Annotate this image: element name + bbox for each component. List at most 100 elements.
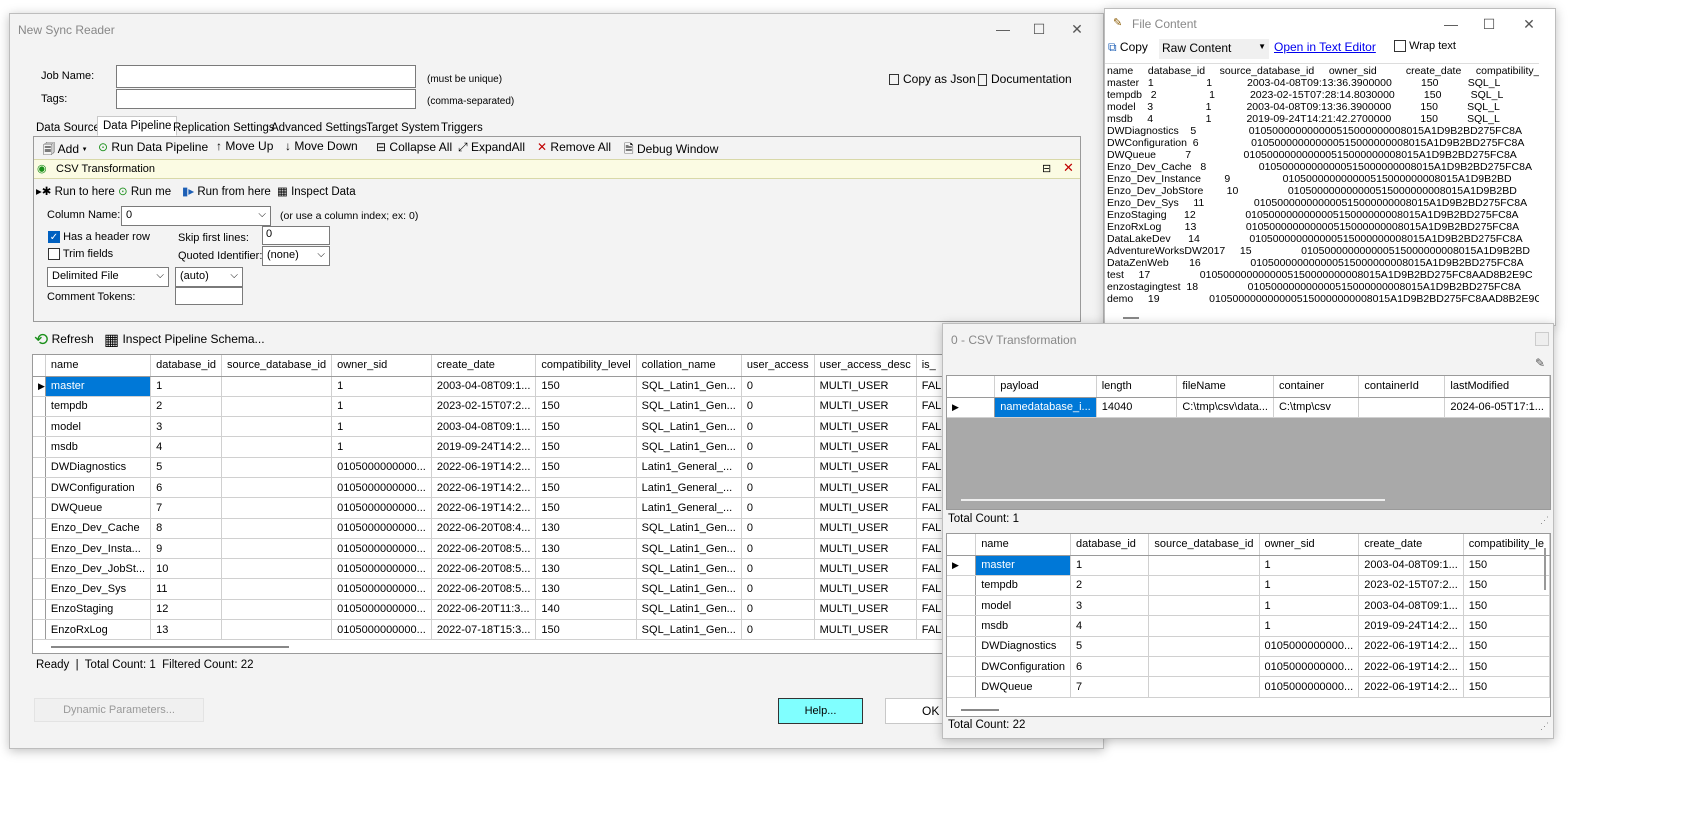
table-row[interactable]: tempdb 2 1 2023-02-15T07:2... 150: [947, 575, 1550, 597]
table-cell[interactable]: 2022-06-19T14:2...: [431, 477, 537, 499]
trim-fields-checkbox[interactable]: Trim fields: [48, 248, 113, 261]
table-cell[interactable]: 0: [741, 416, 815, 438]
table-cell[interactable]: 2022-07-18T15:3...: [431, 619, 537, 641]
inspect-data-button[interactable]: ▦ Inspect Data: [277, 184, 356, 198]
table-cell[interactable]: FAL: [916, 578, 943, 600]
results-column-header[interactable]: compatibility_level: [535, 355, 637, 377]
table-cell[interactable]: 150: [535, 416, 637, 438]
vertical-scrollbar[interactable]: [1544, 548, 1546, 590]
table-cell[interactable]: 9: [150, 538, 223, 560]
table-cell[interactable]: tempdb: [975, 575, 1071, 597]
table-cell[interactable]: FAL: [916, 477, 943, 499]
table-cell[interactable]: 2023-02-15T07:2...: [431, 396, 537, 418]
close-icon[interactable]: [1535, 332, 1549, 346]
output-column-header[interactable]: source_database_id: [1148, 534, 1260, 556]
table-cell[interactable]: 1: [331, 396, 432, 418]
table-cell[interactable]: 8: [150, 518, 223, 539]
table-cell[interactable]: SQL_Latin1_Gen...: [636, 416, 742, 438]
row-header[interactable]: [33, 518, 46, 539]
table-cell[interactable]: 130: [535, 518, 637, 539]
table-cell[interactable]: 0: [741, 518, 815, 539]
table-cell[interactable]: 2019-09-24T14:2...: [1358, 615, 1464, 637]
table-row[interactable]: DWConfiguration 6 0105000000000... 2022-06-…: [33, 477, 943, 499]
payload-column-header[interactable]: fileName: [1176, 376, 1274, 398]
table-cell[interactable]: SQL_Latin1_Gen...: [636, 599, 742, 621]
table-cell[interactable]: MULTI_USER: [814, 436, 917, 458]
table-cell[interactable]: 150: [1463, 656, 1550, 678]
table-cell[interactable]: 2: [150, 396, 223, 418]
row-header[interactable]: [33, 457, 46, 478]
table-cell[interactable]: [221, 416, 333, 438]
tab-replication-settings[interactable]: Replication Settings: [167, 118, 281, 138]
table-cell[interactable]: EnzoStaging: [45, 599, 152, 621]
table-cell[interactable]: 12: [150, 599, 223, 621]
table-cell[interactable]: FAL: [916, 457, 943, 478]
open-text-editor-link[interactable]: Open in Text Editor: [1274, 40, 1376, 54]
table-cell[interactable]: [1148, 656, 1260, 678]
content-mode-select[interactable]: Raw Content ▼: [1159, 39, 1269, 59]
table-cell[interactable]: 6: [1070, 656, 1150, 678]
table-cell[interactable]: 150: [1463, 676, 1550, 698]
table-cell[interactable]: 1: [150, 376, 223, 397]
table-cell[interactable]: 0: [741, 538, 815, 560]
table-row[interactable]: ▶ master 1 1 2003-04-08T09:1... 150: [947, 555, 1550, 576]
table-row[interactable]: msdb 4 1 2019-09-24T14:2... 150 SQL_Latin1_Ge…: [33, 436, 943, 458]
table-cell[interactable]: 0: [741, 436, 815, 458]
table-cell[interactable]: MULTI_USER: [814, 416, 917, 438]
table-cell[interactable]: [221, 396, 333, 418]
table-cell[interactable]: 2022-06-19T14:2...: [431, 497, 537, 519]
file-text-area[interactable]: name database_id source_database_id owne…: [1105, 63, 1539, 321]
table-cell[interactable]: SQL_Latin1_Gen...: [636, 578, 742, 600]
table-cell[interactable]: FAL: [916, 416, 943, 438]
table-row[interactable]: msdb 4 1 2019-09-24T14:2... 150: [947, 615, 1550, 637]
table-cell[interactable]: 7: [150, 497, 223, 519]
table-cell[interactable]: 2024-06-05T17:1...: [1444, 397, 1550, 418]
table-cell[interactable]: 0: [741, 558, 815, 580]
results-column-header[interactable]: collation_name: [636, 355, 742, 377]
table-cell[interactable]: MULTI_USER: [814, 619, 917, 641]
table-cell[interactable]: tempdb: [45, 396, 152, 418]
row-header[interactable]: [33, 396, 46, 418]
table-cell[interactable]: 0: [741, 578, 815, 600]
step-remove-icon[interactable]: ✕: [1063, 160, 1074, 176]
row-header[interactable]: [947, 636, 977, 657]
row-header[interactable]: [947, 615, 977, 637]
table-cell[interactable]: FAL: [916, 538, 943, 560]
table-cell[interactable]: DWConfiguration: [975, 656, 1071, 678]
table-cell[interactable]: 1: [331, 436, 432, 458]
table-cell[interactable]: model: [975, 595, 1071, 617]
step-collapse-icon[interactable]: ⊟: [1042, 162, 1051, 175]
row-header[interactable]: [33, 436, 46, 458]
table-cell[interactable]: 1: [331, 416, 432, 438]
table-cell[interactable]: 5: [150, 457, 223, 478]
table-cell[interactable]: MULTI_USER: [814, 518, 917, 539]
output-corner-header[interactable]: [947, 534, 977, 556]
table-cell[interactable]: 130: [535, 538, 637, 560]
table-cell[interactable]: [1358, 397, 1446, 418]
results-column-header[interactable]: owner_sid: [331, 355, 432, 377]
close-icon[interactable]: ✕: [1515, 13, 1543, 35]
table-cell[interactable]: [1148, 636, 1260, 657]
table-cell[interactable]: 2022-06-20T08:4...: [431, 518, 537, 539]
table-cell[interactable]: Enzo_Dev_Cache: [45, 518, 152, 539]
tags-input[interactable]: [116, 89, 416, 109]
table-cell[interactable]: 13: [150, 619, 223, 641]
table-cell[interactable]: [221, 376, 333, 397]
resize-grip-icon[interactable]: ⋰: [1540, 515, 1549, 526]
table-cell[interactable]: 2023-02-15T07:2...: [1358, 575, 1464, 597]
horizontal-scrollbar[interactable]: [961, 499, 1385, 501]
table-cell[interactable]: [221, 436, 333, 458]
payload-column-header[interactable]: payload: [994, 376, 1097, 398]
table-cell[interactable]: [221, 497, 333, 519]
table-cell[interactable]: 2022-06-20T08:5...: [431, 558, 537, 580]
table-cell[interactable]: [221, 578, 333, 600]
output-column-header[interactable]: owner_sid: [1259, 534, 1360, 556]
table-cell[interactable]: 1: [1259, 595, 1360, 617]
table-cell[interactable]: namedatabase_i...: [994, 397, 1097, 418]
table-cell[interactable]: MULTI_USER: [814, 599, 917, 621]
table-cell[interactable]: master: [975, 555, 1071, 576]
comment-tokens-input[interactable]: [175, 287, 243, 305]
table-cell[interactable]: Latin1_General_...: [636, 477, 742, 499]
table-cell[interactable]: C:\tmp\csv\data...: [1176, 397, 1274, 418]
table-cell[interactable]: 150: [535, 436, 637, 458]
